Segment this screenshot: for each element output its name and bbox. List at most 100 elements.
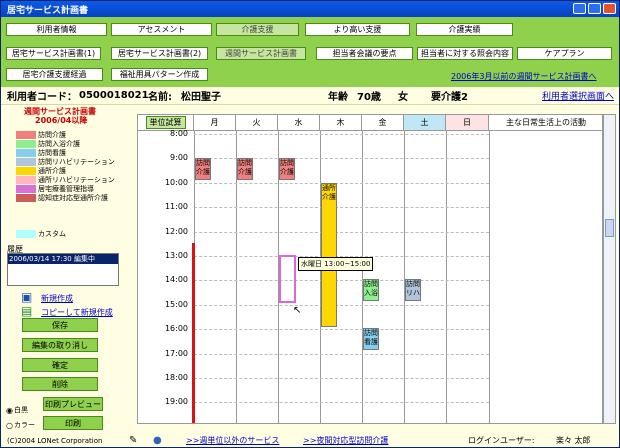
color-radio[interactable]: ○ カラー: [6, 420, 35, 430]
legend-swatch: [16, 157, 36, 166]
window-title: 居宅サービス計画書: [7, 5, 89, 16]
grid-line: [446, 131, 447, 423]
legend-item: 認知症対応型通所介護: [16, 193, 108, 202]
tab-higher-support[interactable]: より高い支援: [305, 23, 410, 36]
delete-button[interactable]: 削除: [22, 377, 98, 391]
legend-swatch: [16, 166, 36, 175]
minimize-button[interactable]: [573, 3, 586, 14]
save-button[interactable]: 保存: [22, 318, 98, 332]
hour-label: 16:00: [164, 324, 188, 334]
radio-selected-icon: ◉: [6, 405, 13, 415]
name-label: 名前:: [148, 92, 172, 103]
hour-label: 15:00: [164, 299, 188, 309]
scroll-thumb[interactable]: [605, 219, 614, 237]
hour-label: 8:00: [170, 129, 188, 138]
grid-line: [404, 131, 405, 423]
legend-swatch: [16, 139, 36, 148]
hour-label: 12:00: [164, 226, 188, 236]
copyright: (C)2004 LONet Corporation: [7, 436, 103, 445]
tab-care-record[interactable]: 介護実績: [416, 23, 513, 36]
day-header: 土: [404, 115, 446, 131]
user-code: 0500018021: [79, 90, 149, 101]
day-header: 木: [320, 115, 362, 131]
tab-assessment[interactable]: アセスメント: [111, 23, 212, 36]
legend-swatch: [16, 175, 36, 184]
vertical-scrollbar[interactable]: [603, 114, 616, 424]
tab-care-plan[interactable]: ケアプラン: [517, 47, 612, 60]
hour-label: 11:00: [164, 202, 188, 212]
login-user-label: ログインユーザー:: [468, 436, 535, 445]
print-button[interactable]: 印刷: [43, 416, 103, 430]
service-block[interactable]: 訪問 リハ: [405, 279, 421, 301]
tab-inquiry[interactable]: 担当者に対する照会内容: [417, 47, 513, 60]
tab-care-support[interactable]: 介護支援: [216, 23, 299, 36]
mono-label: 白黒: [13, 406, 28, 414]
prior-plan-link[interactable]: 2006年3月以前の週間サービス計画書へ: [451, 71, 596, 82]
main-window: 居宅サービス計画書 利用者情報 アセスメント 介護支援 より高い支援 介護実績 …: [0, 0, 620, 448]
mouse-cursor-icon: ↖: [293, 305, 302, 316]
activity-header: 主な日常生活上の活動: [489, 115, 602, 131]
history-entry[interactable]: 2006/03/14 17:30 編集中: [8, 254, 118, 264]
hour-line: [194, 402, 489, 404]
user-name: 松田聖子: [181, 92, 221, 103]
navigation-band: 利用者情報 アセスメント 介護支援 より高い支援 介護実績 居宅サービス計画書(…: [1, 17, 619, 87]
tab-service-plan-2[interactable]: 居宅サービス計画書(2): [111, 47, 208, 60]
close-button[interactable]: [603, 3, 616, 14]
footer: (C)2004 LONet Corporation ✎ ● >>週単位以外のサー…: [1, 433, 619, 447]
service-block[interactable]: 訪問 介護: [237, 158, 253, 180]
maximize-button[interactable]: [588, 3, 601, 14]
tab-support-progress[interactable]: 居宅介護支援経過: [6, 68, 103, 81]
weekly-schedule-grid[interactable]: 単位試算 月火水木金土日主な日常生活上の活動 8:00 9:00 10:00 11:00…: [137, 114, 603, 424]
hour-label: 17:00: [164, 348, 188, 358]
service-block[interactable]: 訪問 介護: [279, 158, 295, 180]
tab-weekly-plan[interactable]: 週間サービス計画書: [216, 47, 306, 60]
hour-line: [194, 304, 489, 306]
grid-line: [489, 131, 490, 423]
calc-button[interactable]: 単位試算: [145, 116, 186, 129]
time-marker: [192, 243, 195, 423]
care-level: 要介護2: [431, 92, 468, 103]
legend-label: 認知症対応型通所介護: [38, 193, 108, 202]
selection-box[interactable]: [279, 255, 296, 303]
schedule-area: 単位試算 月火水木金土日主な日常生活上の活動 8:00 9:00 10:00 11:00…: [136, 105, 619, 433]
custom-label: カスタム: [38, 229, 66, 238]
day-header: 火: [236, 115, 278, 131]
login-user: 楽々 太郎: [556, 436, 591, 445]
copy-new-link[interactable]: コピーして新規作成: [41, 307, 113, 318]
info-icon: ●: [153, 435, 162, 446]
day-header: 日: [446, 115, 489, 131]
left-panel: 週間サービス計画書 2006/04以降 訪問介護 訪問入浴介護 訪問看護 訪問リハビリ…: [1, 105, 136, 433]
service-block[interactable]: 通所 介護: [321, 183, 337, 327]
color-label: カラー: [13, 421, 35, 429]
tab-meeting-points[interactable]: 担当者会議の要点: [316, 47, 413, 60]
new-link[interactable]: 新規作成: [41, 293, 73, 304]
hour-line: [194, 280, 489, 282]
night-visit-link[interactable]: >>夜間対応型訪問介護: [303, 435, 388, 446]
tab-equipment-pattern[interactable]: 福祉用具パターン作成: [111, 68, 208, 81]
service-block[interactable]: 訪問 看護: [363, 328, 379, 350]
history-list[interactable]: 2006/03/14 17:30 編集中: [7, 253, 119, 286]
legend-swatch: [16, 148, 36, 157]
hour-line: [194, 378, 489, 379]
schedule-tooltip: 水曜日 13:00~15:00: [298, 257, 374, 271]
user-select-link[interactable]: 利用者選択画面へ: [542, 89, 614, 102]
print-preview-button[interactable]: 印刷プレビュー: [43, 397, 103, 411]
hour-label: 9:00: [170, 153, 188, 163]
non-weekly-service-link[interactable]: >>週単位以外のサービス: [186, 435, 279, 446]
hour-line: [194, 134, 489, 135]
hour-line: [194, 231, 489, 233]
tab-service-plan-1[interactable]: 居宅サービス計画書(1): [6, 47, 101, 60]
cancel-edit-button[interactable]: 編集の取り消し: [22, 338, 98, 352]
service-block[interactable]: 訪問 介護: [195, 158, 211, 180]
confirm-button[interactable]: 確定: [22, 358, 98, 372]
hour-line: [194, 353, 489, 355]
plan-date: 2006/04以降: [35, 116, 88, 125]
title-bar: 居宅サービス計画書: [1, 1, 619, 17]
mono-radio[interactable]: ◉ 白黒: [6, 405, 28, 415]
hour-line: [194, 182, 489, 184]
service-block[interactable]: 訪問 入浴: [363, 279, 379, 301]
day-header: 水: [278, 115, 320, 131]
user-sex: 女: [398, 92, 408, 103]
hour-label: 10:00: [164, 177, 188, 187]
tab-user-info[interactable]: 利用者情報: [6, 23, 107, 36]
